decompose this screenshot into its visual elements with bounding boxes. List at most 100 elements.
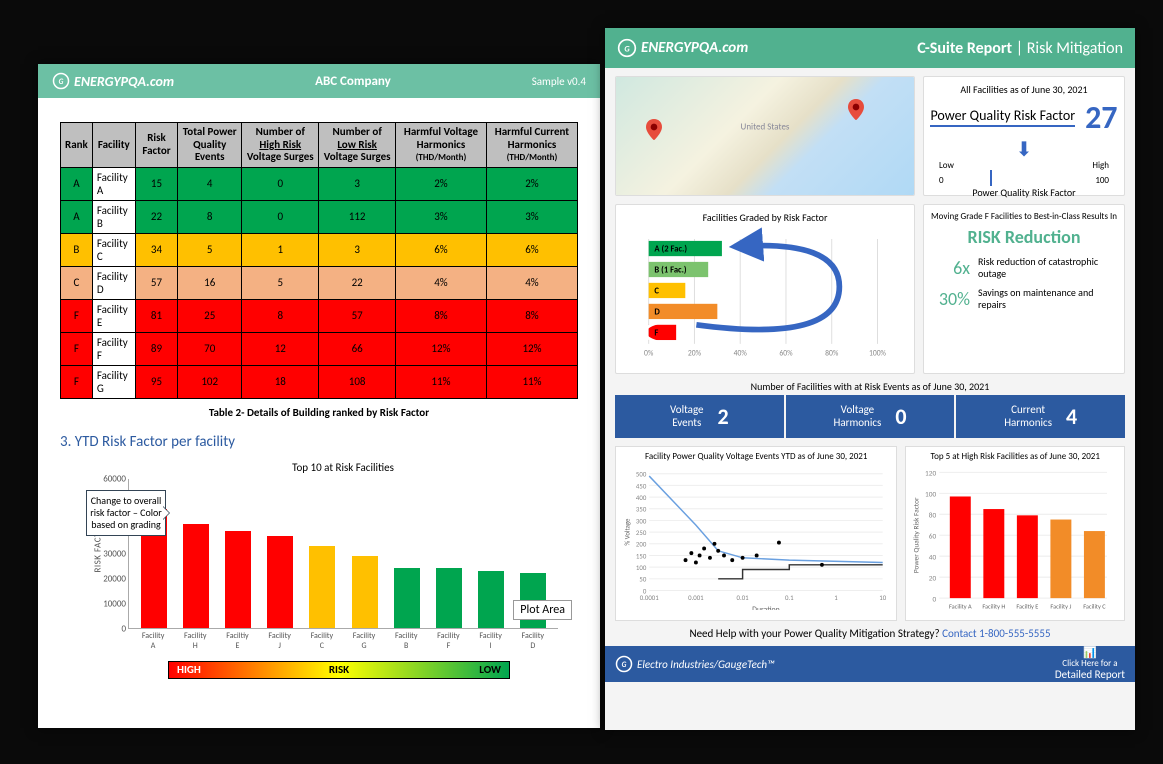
risk-value: 27 <box>1085 98 1117 137</box>
brand-text: ENERGYPQA.com <box>641 39 748 57</box>
svg-text:100%: 100% <box>869 349 887 358</box>
chart-bar <box>436 568 462 628</box>
svg-text:300: 300 <box>636 517 647 525</box>
table-row: AFacility A154032%2% <box>61 167 578 200</box>
map-pin-icon[interactable] <box>646 119 662 141</box>
facilities-graded-chart: Facilities Graded by Risk Factor 0%20%40… <box>615 204 915 374</box>
left-report-page: G ENERGYPQA.com ABC Company Sample v0.4 … <box>38 64 600 728</box>
svg-text:80: 80 <box>929 510 937 519</box>
svg-text:0: 0 <box>933 594 937 603</box>
top10-chart: Top 10 at Risk Facilities RISK FACTOR 01… <box>128 461 558 651</box>
svg-text:Facility C: Facility C <box>1084 603 1107 611</box>
chart-bar <box>352 556 378 628</box>
table-row: BFacility C345136%6% <box>61 233 578 266</box>
svg-text:Power Quality Risk Factor: Power Quality Risk Factor <box>912 497 921 573</box>
report-title: C-Suite Report | Risk Mitigation <box>917 39 1123 58</box>
left-header: G ENERGYPQA.com ABC Company Sample v0.4 <box>38 64 600 98</box>
chart-bar <box>309 546 335 628</box>
column-header: Number of Low Risk Voltage Surges <box>319 123 396 168</box>
svg-text:60%: 60% <box>779 349 793 358</box>
stats-row: VoltageEvents2VoltageHarmonics0CurrentHa… <box>605 395 1135 438</box>
logo-icon: G <box>617 38 637 58</box>
svg-text:80%: 80% <box>825 349 839 358</box>
company-name: ABC Company <box>315 74 391 89</box>
column-header: Risk Factor <box>135 123 177 168</box>
table-caption: Table 2- Details of Building ranked by R… <box>38 403 600 433</box>
risk-reduction-card: Moving Grade F Facilities to Best-in-Cla… <box>923 204 1125 374</box>
version-text: Sample v0.4 <box>532 75 586 88</box>
chart-xaxis: Facility AFacility HFaciltiy EFacility J… <box>128 631 558 651</box>
section-title: 3. YTD Risk Factor per facility <box>38 433 600 455</box>
svg-text:Facility A: Facility A <box>949 603 972 611</box>
column-header: Facility <box>92 123 135 168</box>
voltage-events-chart: Facility Power Quality Voltage Events YT… <box>615 446 897 621</box>
report-icon: 📊 <box>1083 646 1097 659</box>
svg-text:0.001: 0.001 <box>688 594 704 602</box>
svg-text:150: 150 <box>636 552 647 560</box>
svg-text:50: 50 <box>639 576 646 584</box>
table-row: CFacility D57165224%4% <box>61 266 578 299</box>
svg-text:400: 400 <box>636 494 647 502</box>
top5-risk-chart: Top 5 at High Risk Facilities as of June… <box>905 446 1125 621</box>
column-header: Harmful Voltage Harmonics (THD/Month) <box>395 123 486 168</box>
column-header: Harmful Current Harmonics (THD/Month) <box>486 123 577 168</box>
svg-text:40: 40 <box>929 552 937 561</box>
svg-text:Duration: Duration <box>752 606 780 610</box>
right-footer: G Electro Industries/GaugeTech™ 📊 Click … <box>605 646 1135 682</box>
svg-text:G: G <box>624 44 630 54</box>
column-header: Rank <box>61 123 93 168</box>
brand-text: ENERGYPQA.com <box>74 73 174 90</box>
chart-bar <box>225 531 251 628</box>
chart-title: Top 10 at Risk Facilities <box>128 461 558 474</box>
chart-bar <box>394 568 420 628</box>
reduce-title: Moving Grade F Facilities to Best-in-Cla… <box>930 211 1118 222</box>
svg-text:F: F <box>654 328 658 338</box>
risk-table-wrap: RankFacilityRisk FactorTotal Power Quali… <box>38 98 600 403</box>
right-header: G ENERGYPQA.com C-Suite Report | Risk Mi… <box>605 28 1135 68</box>
svg-text:10: 10 <box>879 594 886 602</box>
brand-logo: G ENERGYPQA.com <box>617 38 748 58</box>
svg-text:G: G <box>59 78 64 87</box>
svg-text:B (1 Fac.): B (1 Fac.) <box>654 265 687 275</box>
help-text: Need Help with your Power Quality Mitiga… <box>605 621 1135 646</box>
logo-icon: G <box>615 655 633 673</box>
svg-text:120: 120 <box>925 469 936 478</box>
reduce-heading: RISK Reduction <box>930 222 1118 252</box>
svg-text:20: 20 <box>929 573 937 582</box>
risk-label: Power Quality Risk Factor <box>930 108 1075 127</box>
label-high: HIGH <box>177 663 201 676</box>
svg-text:D: D <box>654 307 660 317</box>
map-pin-icon[interactable] <box>848 99 864 121</box>
svg-text:1: 1 <box>834 594 838 602</box>
svg-text:100: 100 <box>925 489 936 498</box>
svg-text:250: 250 <box>636 529 647 537</box>
table-row: FFacility G951021810811%11% <box>61 365 578 398</box>
svg-text:0.01: 0.01 <box>737 594 750 602</box>
brand-logo: G ENERGYPQA.com <box>52 72 174 90</box>
chart-bar <box>267 536 293 628</box>
svg-text:350: 350 <box>636 506 647 514</box>
svg-text:40%: 40% <box>734 349 748 358</box>
detailed-report-button[interactable]: 📊 Click Here for a Detailed Report <box>1055 647 1125 681</box>
chart-bar <box>478 571 504 628</box>
stat-tile: VoltageEvents2 <box>615 395 784 438</box>
table-row: AFacility B22801123%3% <box>61 200 578 233</box>
gradient-label: Power Quality Risk Factor <box>972 186 1075 199</box>
svg-text:0.0001: 0.0001 <box>640 594 659 602</box>
label-low: LOW <box>479 663 501 676</box>
svg-text:Facility H: Facility H <box>983 603 1006 611</box>
chart-title: Facilities Graded by Risk Factor <box>622 211 908 226</box>
table-row: FFacility E81258578%8% <box>61 299 578 332</box>
column-header: Number of High Risk Voltage Surges <box>242 123 319 168</box>
footer-brand: Electro Industries/GaugeTech™ <box>637 658 775 671</box>
plot-area-label: Plot Area <box>513 600 572 620</box>
stat-tile: CurrentHarmonics4 <box>956 395 1125 438</box>
risk-factor-card: All Facilities as of June 30, 2021 Power… <box>923 76 1125 196</box>
svg-text:Faciltiy E: Faciltiy E <box>1017 603 1039 611</box>
contact-link[interactable]: Contact 1-800-555-5555 <box>942 627 1050 640</box>
map-card[interactable]: United States <box>615 76 915 196</box>
stat-tile: VoltageHarmonics0 <box>786 395 955 438</box>
arrow-down-icon: ⬇ <box>1016 137 1033 162</box>
svg-text:A (2 Fac.): A (2 Fac.) <box>654 244 687 254</box>
risk-gradient-bar: HIGH RISK LOW <box>168 661 510 679</box>
